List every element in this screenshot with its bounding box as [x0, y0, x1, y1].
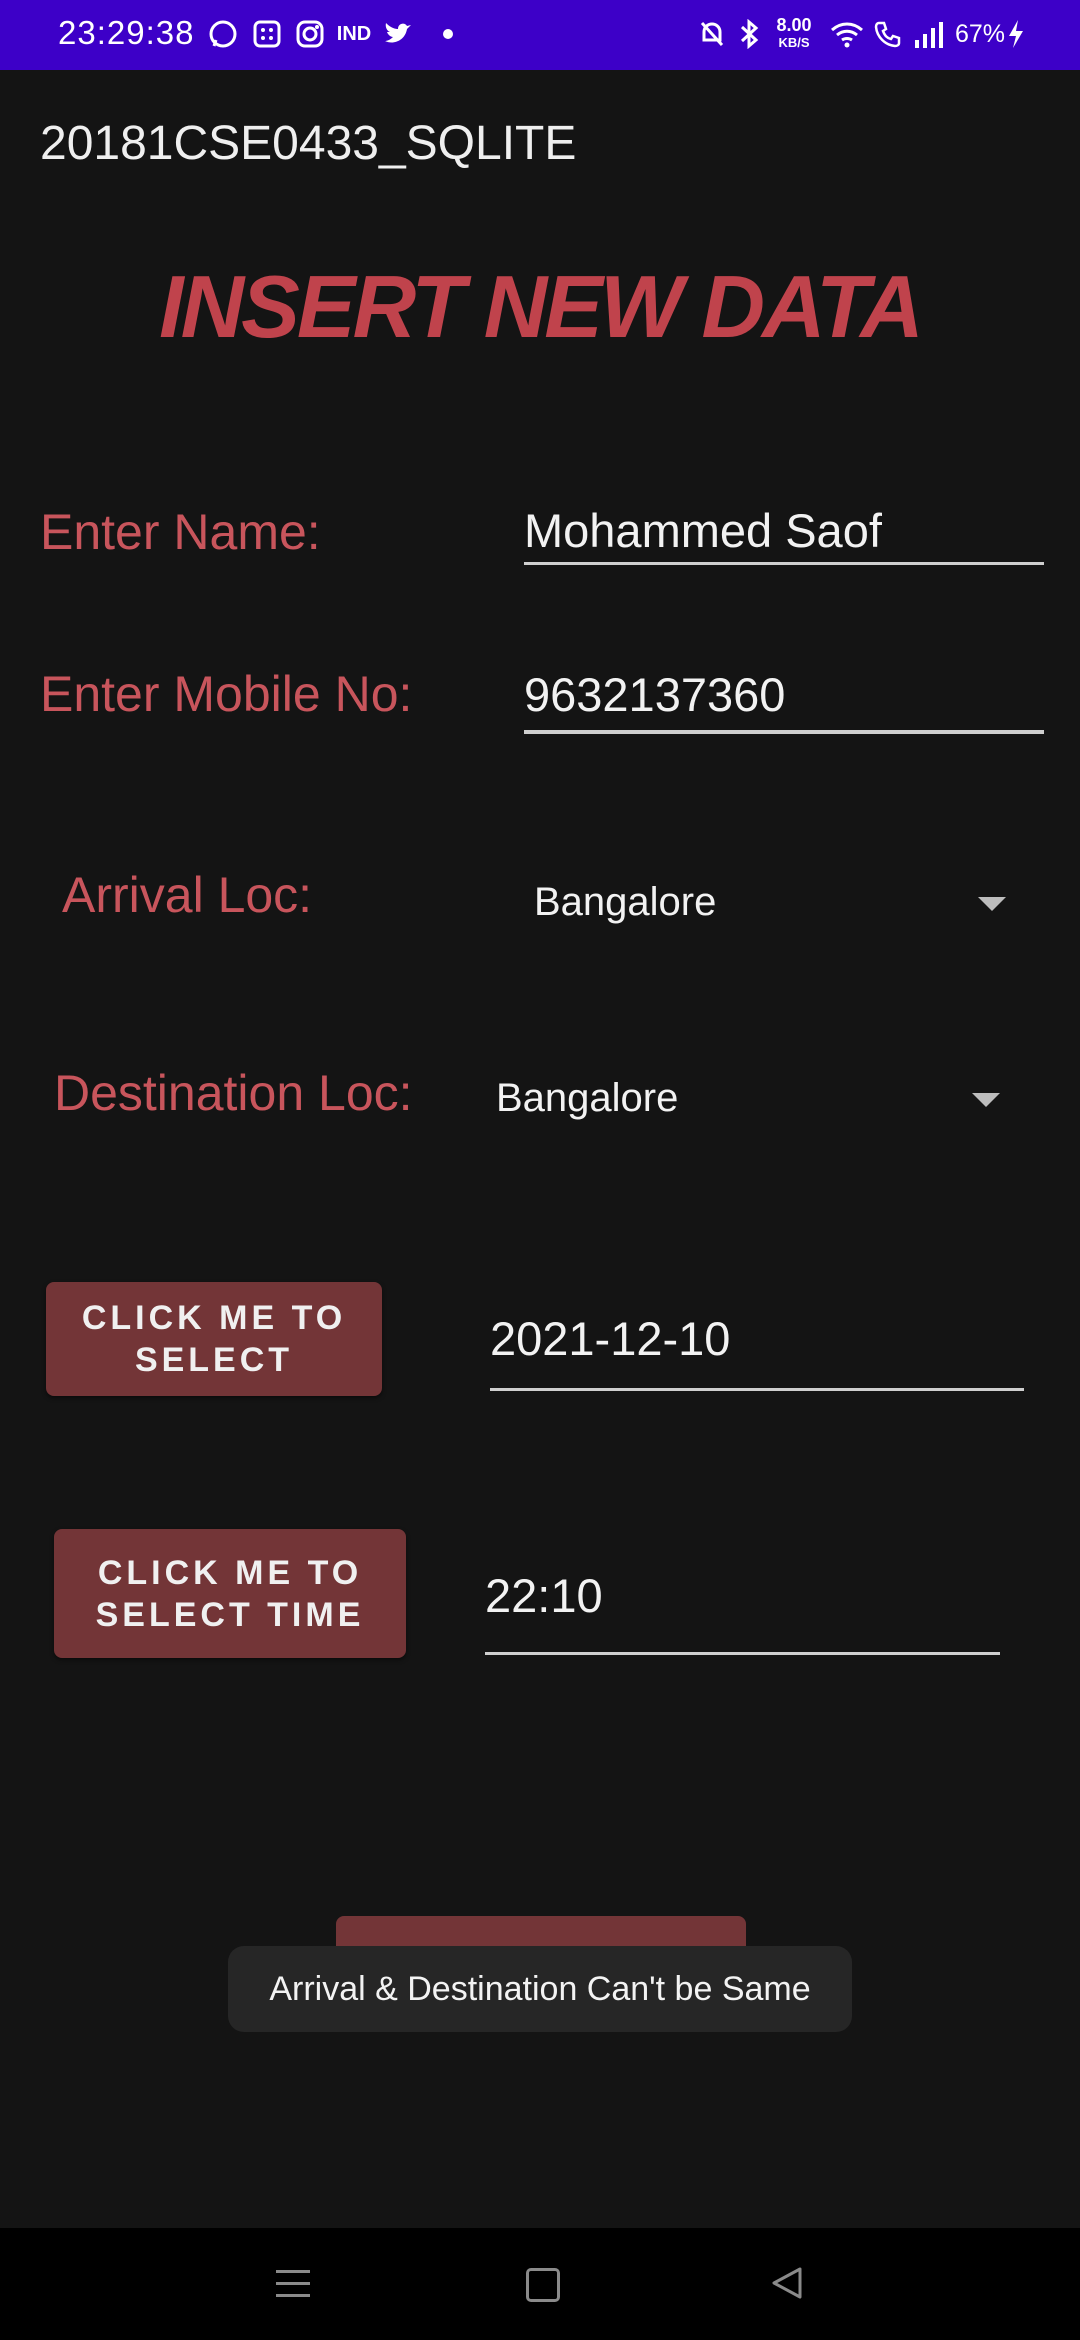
chevron-down-icon: [978, 897, 1006, 911]
arrival-spinner[interactable]: Bangalore: [520, 868, 1020, 938]
charging-icon: [1004, 16, 1028, 52]
calculator-icon: [250, 16, 284, 52]
dot-icon: [438, 16, 458, 52]
name-field[interactable]: Mohammed Saof: [524, 503, 1044, 563]
destination-value: Bangalore: [496, 1076, 679, 1120]
destination-spinner[interactable]: Bangalore: [482, 1064, 1012, 1134]
select-time-button[interactable]: CLICK ME TO SELECT TIME: [54, 1529, 406, 1658]
arrival-value: Bangalore: [534, 880, 717, 924]
home-icon[interactable]: [526, 2268, 560, 2302]
toast-message: Arrival & Destination Can't be Same: [228, 1946, 852, 2032]
battery-level: 67%: [955, 20, 1006, 48]
chevron-down-icon: [972, 1093, 1000, 1107]
signal-icon: [912, 16, 948, 52]
recent-apps-icon[interactable]: [276, 2270, 310, 2306]
bluetooth-icon: [734, 16, 764, 52]
date-field-underline: [490, 1388, 1024, 1391]
wifi-icon: [828, 16, 866, 52]
date-field[interactable]: 2021-12-10: [490, 1311, 1024, 1371]
select-date-button[interactable]: CLICK ME TO SELECT: [46, 1282, 382, 1396]
name-label: Enter Name:: [40, 504, 321, 560]
status-bar: 23:29:38 IND 8.00 KB/S 67%: [0, 0, 1080, 70]
mobile-field-underline: [524, 730, 1044, 734]
wifi-call-icon: [870, 16, 906, 52]
time-field-underline: [485, 1652, 1000, 1655]
ind-icon: IND: [336, 22, 372, 45]
name-field-underline: [524, 562, 1044, 565]
back-icon[interactable]: [770, 2266, 804, 2305]
instagram-icon: [293, 16, 327, 52]
app-title: 20181CSE0433_SQLITE: [40, 117, 577, 170]
mobile-field[interactable]: 9632137360: [524, 667, 1044, 727]
page-heading: INSERT NEW DATA: [159, 257, 924, 356]
whatsapp-icon: [206, 16, 240, 52]
destination-label: Destination Loc:: [54, 1065, 413, 1121]
mobile-label: Enter Mobile No:: [40, 666, 413, 722]
mute-icon: [696, 16, 728, 52]
time-field[interactable]: 22:10: [485, 1568, 1000, 1628]
status-time: 23:29:38: [58, 14, 195, 51]
twitter-icon: [380, 16, 416, 52]
network-speed: 8.00 KB/S: [776, 15, 812, 50]
arrival-label: Arrival Loc:: [62, 867, 313, 923]
